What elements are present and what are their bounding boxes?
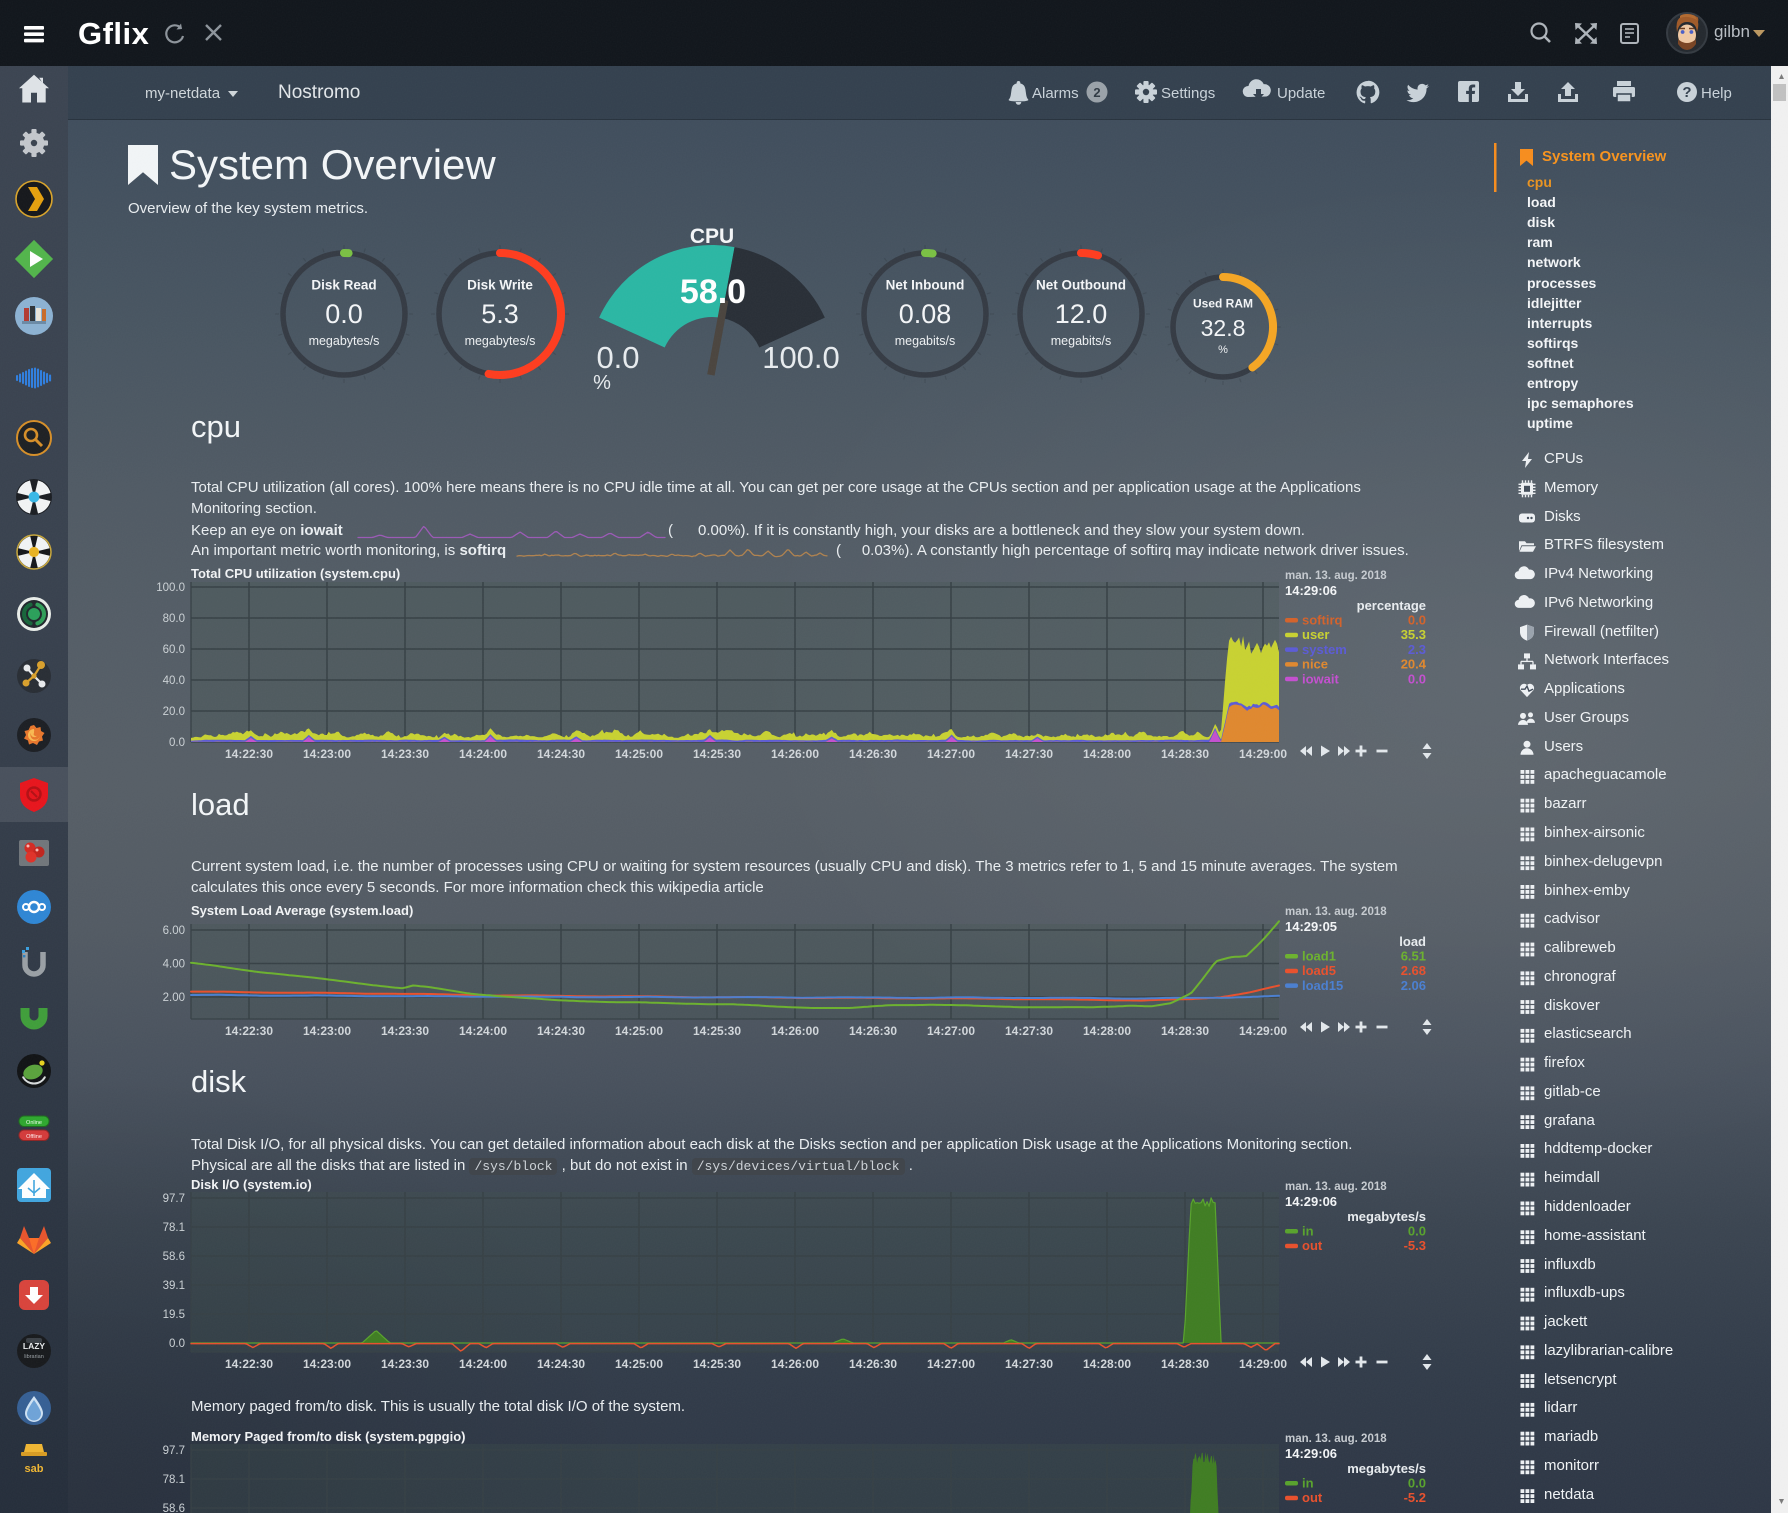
svg-text:librarian: librarian <box>24 1354 44 1360</box>
svg-text:2: 2 <box>1093 85 1100 100</box>
svg-text:Offline: Offline <box>26 1134 42 1140</box>
svg-text:sab: sab <box>25 1463 44 1475</box>
svg-text:Online: Online <box>26 1120 42 1126</box>
svg-text:?: ? <box>1682 84 1691 101</box>
